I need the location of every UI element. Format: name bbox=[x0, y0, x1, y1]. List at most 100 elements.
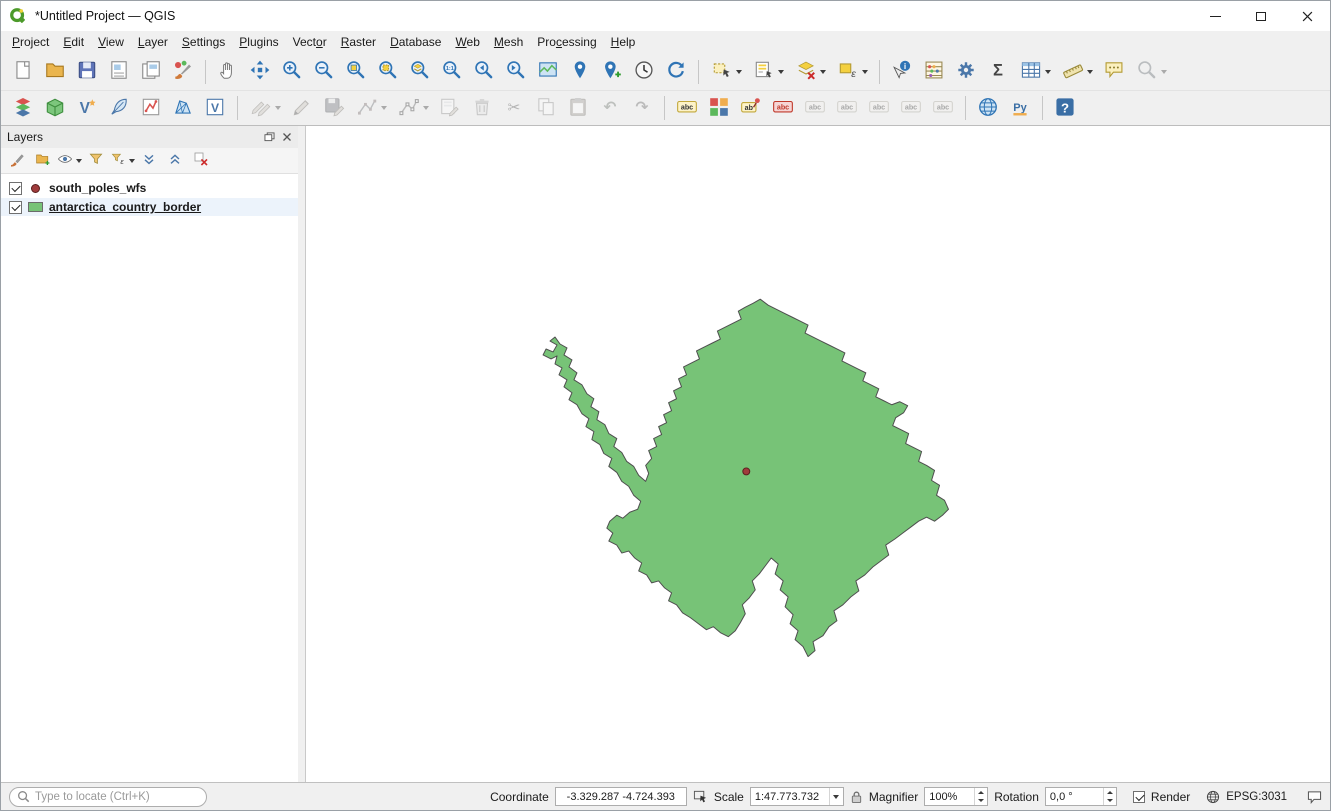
menu-raster[interactable]: Raster bbox=[334, 32, 383, 52]
zoom-to-native-resolution-button[interactable]: 1:1 bbox=[437, 57, 467, 87]
paste-features-button bbox=[563, 93, 593, 123]
layer-visibility-checkbox[interactable] bbox=[9, 201, 22, 214]
magnifier-down-button[interactable] bbox=[975, 797, 987, 806]
metasearch-button[interactable] bbox=[973, 93, 1003, 123]
map-canvas[interactable] bbox=[305, 126, 1330, 782]
open-attribute-table-button[interactable] bbox=[1015, 57, 1055, 87]
select-by-expression-button[interactable]: ε bbox=[832, 57, 872, 87]
rotation-up-button[interactable] bbox=[1104, 788, 1116, 797]
open-data-source-manager-button[interactable] bbox=[8, 93, 38, 123]
menu-view[interactable]: View bbox=[91, 32, 131, 52]
scale-combo[interactable]: 1:47.773.732 bbox=[750, 787, 844, 806]
field-calculator-button[interactable] bbox=[919, 57, 949, 87]
new-mesh-layer-button[interactable] bbox=[168, 93, 198, 123]
help-button[interactable]: ? bbox=[1050, 93, 1080, 123]
select-features-by-value-button[interactable] bbox=[748, 57, 788, 87]
scale-dropdown-arrow[interactable] bbox=[829, 788, 843, 805]
manage-map-themes-button[interactable] bbox=[57, 150, 82, 172]
new-virtual-layer-button[interactable]: V bbox=[200, 93, 230, 123]
zoom-full-button[interactable] bbox=[341, 57, 371, 87]
new-project-button[interactable] bbox=[8, 57, 38, 87]
open-project-button[interactable] bbox=[40, 57, 70, 87]
panel-splitter[interactable] bbox=[298, 126, 305, 782]
render-checkbox[interactable] bbox=[1133, 791, 1145, 803]
run-feature-action-button[interactable] bbox=[951, 57, 981, 87]
measure-button[interactable] bbox=[1057, 57, 1097, 87]
save-project-button[interactable] bbox=[72, 57, 102, 87]
layer-item-south_poles_wfs[interactable]: south_poles_wfs bbox=[1, 179, 298, 197]
new-spatial-bookmark-button[interactable] bbox=[597, 57, 627, 87]
float-panel-button[interactable] bbox=[264, 132, 275, 142]
identify-features-button[interactable]: i bbox=[887, 57, 917, 87]
open-layer-styling-panel-button[interactable] bbox=[5, 150, 29, 172]
layer-visibility-checkbox[interactable] bbox=[9, 182, 22, 195]
crs-button[interactable]: EPSG:3031 bbox=[1226, 791, 1287, 803]
new-map-view-button[interactable] bbox=[533, 57, 563, 87]
maximize-button[interactable] bbox=[1238, 1, 1284, 31]
menu-edit[interactable]: Edit bbox=[56, 32, 91, 52]
pan-map-button[interactable] bbox=[213, 57, 243, 87]
coordinate-input[interactable]: -3.329.287 -4.724.393 bbox=[555, 787, 687, 806]
lock-scale-icon[interactable] bbox=[850, 790, 863, 804]
close-button[interactable] bbox=[1284, 1, 1330, 31]
menu-database[interactable]: Database bbox=[383, 32, 448, 52]
select-features-button[interactable] bbox=[706, 57, 746, 87]
svg-text:abc: abc bbox=[937, 103, 949, 111]
close-panel-button[interactable] bbox=[282, 132, 292, 142]
new-temporary-scratch-layer-button[interactable] bbox=[136, 93, 166, 123]
zoom-to-layer-button[interactable] bbox=[405, 57, 435, 87]
menu-processing[interactable]: Processing bbox=[530, 32, 603, 52]
layer-labeling-options-button[interactable]: abc bbox=[672, 93, 702, 123]
magnifier-spinbox[interactable]: 100% bbox=[924, 787, 988, 806]
remove-layer-button[interactable] bbox=[189, 150, 213, 172]
locator-input[interactable]: Type to locate (Ctrl+K) bbox=[9, 787, 207, 807]
refresh-map-button[interactable] bbox=[661, 57, 691, 87]
zoom-in-button[interactable] bbox=[277, 57, 307, 87]
layout-icon bbox=[108, 59, 130, 84]
expand-all-button[interactable] bbox=[137, 150, 161, 172]
deselect-features-button[interactable] bbox=[790, 57, 830, 87]
zoom-to-selection-button[interactable] bbox=[373, 57, 403, 87]
layer-diagram-options-button[interactable] bbox=[704, 93, 734, 123]
pan-map-to-selection-button[interactable] bbox=[245, 57, 275, 87]
minimize-button[interactable] bbox=[1192, 1, 1238, 31]
sigma-icon: Σ bbox=[987, 59, 1009, 84]
new-geopackage-layer-button[interactable] bbox=[40, 93, 70, 123]
extents-toggle-icon[interactable] bbox=[693, 789, 708, 804]
new-spatialite-layer-button[interactable] bbox=[104, 93, 134, 123]
show-layout-manager-button[interactable] bbox=[136, 57, 166, 87]
new-shapefile-layer-button[interactable]: V bbox=[72, 93, 102, 123]
zoom-last-button[interactable] bbox=[469, 57, 499, 87]
show-spatial-bookmarks-button[interactable] bbox=[565, 57, 595, 87]
abc-icon: abc bbox=[900, 96, 922, 121]
redo-button: ↷ bbox=[627, 93, 657, 123]
statistical-summary-button[interactable]: Σ bbox=[983, 57, 1013, 87]
layer-item-antarctica_country_border[interactable]: antarctica_country_border bbox=[1, 198, 298, 216]
rotation-spinbox[interactable]: 0,0 ° bbox=[1045, 787, 1117, 806]
menu-help[interactable]: Help bbox=[604, 32, 643, 52]
menu-vector[interactable]: Vector bbox=[286, 32, 334, 52]
menu-plugins[interactable]: Plugins bbox=[232, 32, 285, 52]
python-console-button[interactable]: Py bbox=[1005, 93, 1035, 123]
menu-mesh[interactable]: Mesh bbox=[487, 32, 530, 52]
new-print-layout-button[interactable] bbox=[104, 57, 134, 87]
style-manager-button[interactable] bbox=[168, 57, 198, 87]
temporal-controller-button[interactable] bbox=[629, 57, 659, 87]
magnifier-up-button[interactable] bbox=[975, 788, 987, 797]
messages-icon[interactable] bbox=[1307, 790, 1322, 804]
collapse-all-button[interactable] bbox=[163, 150, 187, 172]
zoom-out-button[interactable] bbox=[309, 57, 339, 87]
filter-legend-button[interactable] bbox=[84, 150, 108, 172]
filter-legend-by-expression-button[interactable]: ε bbox=[110, 150, 135, 172]
pin-unpin-labels-button[interactable]: ab bbox=[736, 93, 766, 123]
add-group-button[interactable] bbox=[31, 150, 55, 172]
toolbar-row-1: 1:1 εi Σ bbox=[1, 53, 1330, 90]
menu-settings[interactable]: Settings bbox=[175, 32, 232, 52]
menu-web[interactable]: Web bbox=[448, 32, 486, 52]
rotation-down-button[interactable] bbox=[1104, 797, 1116, 806]
highlight-pinned-labels-button[interactable]: abc bbox=[768, 93, 798, 123]
zoom-next-button[interactable] bbox=[501, 57, 531, 87]
menu-project[interactable]: Project bbox=[5, 32, 56, 52]
menu-layer[interactable]: Layer bbox=[131, 32, 175, 52]
map-tips-button[interactable] bbox=[1099, 57, 1129, 87]
